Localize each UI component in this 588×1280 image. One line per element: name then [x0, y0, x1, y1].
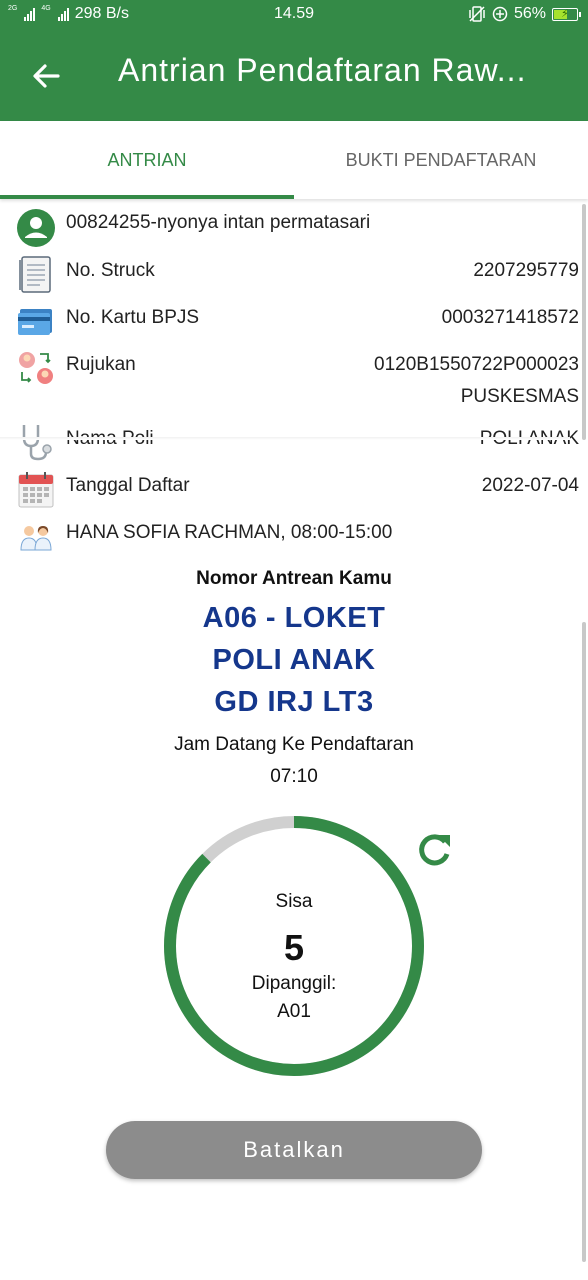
doctors-icon	[20, 526, 52, 551]
tanggal-value: 2022-07-04	[481, 475, 579, 496]
called-number: A01	[277, 1001, 311, 1022]
queue-number: A06 - LOKET	[202, 602, 386, 634]
refresh-icon[interactable]	[414, 830, 454, 870]
rujukan-label: Rujukan	[66, 354, 136, 375]
rujukan-source: PUSKESMAS	[460, 386, 579, 407]
tab-antrian[interactable]: ANTRIAN	[0, 121, 294, 199]
vibrate-icon	[469, 6, 485, 22]
rujukan-value: 0120B1550722P000023	[374, 354, 579, 375]
arrival-label: Jam Datang Ke Pendaftaran	[174, 734, 414, 755]
queue-heading: Nomor Antrean Kamu	[196, 568, 392, 589]
section-divider	[0, 437, 570, 440]
scrollbar-top[interactable]	[582, 204, 586, 440]
status-right: 56% ⚡	[468, 5, 581, 23]
ring-content: Sisa 5 Dipanggil: A01	[161, 813, 427, 1079]
stethoscope-icon	[22, 425, 52, 461]
data-saver-icon	[492, 6, 508, 22]
queue-poli: POLI ANAK	[212, 644, 376, 676]
patient-row: 00824255-nyonya intan permatasari	[0, 202, 588, 247]
bpjs-label: No. Kartu BPJS	[66, 307, 200, 328]
tanggal-row: Tanggal Daftar 2022-07-04	[0, 465, 588, 509]
arrow-left-icon[interactable]	[28, 58, 64, 94]
remaining-count: 5	[283, 927, 305, 968]
user-circle-icon	[17, 209, 55, 247]
remaining-label: Sisa	[275, 891, 313, 912]
called-label: Dipanggil:	[251, 973, 337, 994]
rujukan-row: Rujukan 0120B1550722P000023	[0, 344, 588, 388]
card-icon	[18, 309, 52, 335]
tab-bar: ANTRIAN BUKTI PENDAFTARAN	[0, 121, 588, 199]
app-bar: Antrian Pendaftaran Raw...	[0, 30, 588, 121]
battery-percent: 56%	[513, 5, 546, 22]
battery-icon: ⚡	[552, 7, 581, 21]
poli-row: Nama Poli POLI ANAK	[0, 418, 588, 462]
tab-bukti-pendaftaran[interactable]: BUKTI PENDAFTARAN	[294, 121, 588, 199]
doctor-row: HANA SOFIA RACHMAN, 08:00-15:00	[0, 512, 588, 556]
bpjs-row: No. Kartu BPJS 0003271418572	[0, 297, 588, 341]
page-title: Antrian Pendaftaran Raw...	[118, 52, 527, 88]
calendar-icon	[18, 472, 54, 508]
doctor-schedule: HANA SOFIA RACHMAN, 08:00-15:00	[66, 522, 393, 543]
cancel-button[interactable]: Batalkan	[106, 1121, 482, 1179]
referral-icon	[19, 352, 53, 384]
receipt-icon	[19, 256, 51, 293]
patient-name: 00824255-nyonya intan permatasari	[66, 212, 371, 233]
bpjs-value: 0003271418572	[441, 307, 579, 328]
queue-location: GD IRJ LT3	[214, 686, 374, 718]
tab-indicator	[0, 195, 294, 199]
arrival-time: 07:10	[270, 766, 318, 787]
struck-row: No. Struck 2207295779	[0, 250, 588, 294]
struck-label: No. Struck	[66, 260, 155, 281]
status-bar: 2G 4G 298 B/s 14.59 56% ⚡	[0, 0, 588, 30]
struck-value: 2207295779	[473, 260, 579, 281]
tanggal-label: Tanggal Daftar	[66, 475, 190, 496]
